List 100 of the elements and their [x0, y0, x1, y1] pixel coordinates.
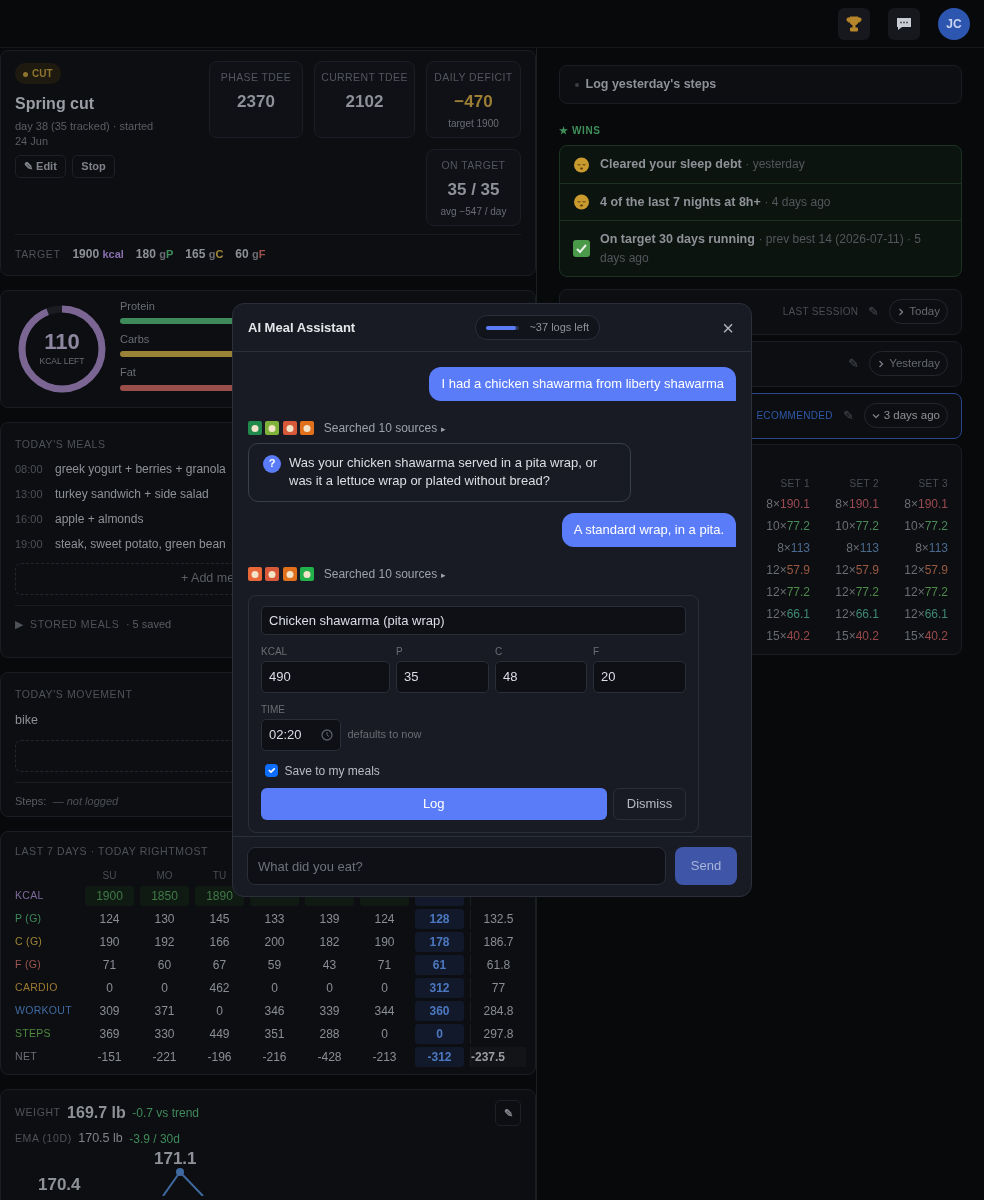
- stat-label: CURRENT TDEE: [320, 70, 409, 85]
- field-label: TIME: [261, 702, 286, 717]
- average-cell: 132.5: [470, 908, 526, 929]
- stop-button[interactable]: Stop: [72, 155, 115, 178]
- target-label: TARGET: [15, 247, 61, 262]
- user-avatar[interactable]: JC: [938, 7, 970, 40]
- stat-label: ON TARGET: [440, 158, 507, 173]
- set-value: 12×66.1: [765, 605, 810, 623]
- bullet-icon: [575, 82, 579, 87]
- stat-note: avg −547 / day: [439, 205, 508, 220]
- kcal-left-label: KCAL LEFT: [39, 354, 85, 368]
- table-cell-text: 449: [208, 1025, 231, 1043]
- today-cell: 0: [415, 1023, 464, 1044]
- macro-field[interactable]: 20: [593, 660, 686, 693]
- set-value: 8×190.1: [903, 495, 948, 513]
- set-value: 8×113: [776, 539, 810, 557]
- table-cell-text: -213: [371, 1048, 398, 1066]
- weight-label: WEIGHT: [15, 1105, 61, 1121]
- question-mark-icon: ?: [263, 454, 281, 473]
- set-value: 12×66.1: [903, 605, 948, 623]
- meal-name: steak, sweet potato, green bean: [55, 535, 226, 553]
- set-value: 10×77.2: [834, 517, 879, 535]
- row-label: WORKOUT: [15, 1002, 73, 1018]
- table-cell-text: -196: [206, 1048, 233, 1066]
- field-label: KCAL: [261, 644, 289, 659]
- row-label: P (G): [15, 910, 43, 926]
- time-field[interactable]: 02:20: [261, 718, 341, 751]
- trophy-button[interactable]: [838, 7, 870, 40]
- edit-weight-button[interactable]: ✎: [495, 1100, 521, 1126]
- table-cell-text: -221: [151, 1048, 178, 1066]
- average-cell: 186.7: [470, 931, 526, 952]
- stat-value: 2370: [236, 90, 276, 113]
- table-cell-text: 59: [266, 956, 283, 974]
- macro-field[interactable]: 490: [261, 660, 390, 693]
- table-cell-text: 0: [105, 979, 114, 997]
- save-label: Save to my meals: [284, 762, 380, 780]
- macro-label: Fat: [120, 366, 136, 380]
- save-checkbox[interactable]: [265, 764, 278, 778]
- sources-toggle[interactable]: Searched 10 sources ▸: [323, 564, 446, 583]
- log-button[interactable]: Log: [261, 787, 607, 820]
- set-value: 15×40.2: [765, 627, 810, 645]
- user-message: I had a chicken shawarma from liberty shawarma: [429, 367, 736, 401]
- dialog-title: AI Meal Assistant: [248, 318, 356, 337]
- set-header: SET 2: [848, 476, 879, 491]
- chevron-icon: [877, 359, 886, 368]
- stat-label: PHASE TDEE: [219, 70, 293, 85]
- table-cell-text: 369: [98, 1025, 121, 1043]
- macro-label: Protein: [120, 300, 155, 314]
- today-cell: -312: [415, 1046, 464, 1067]
- table-cell: 1850: [140, 885, 189, 906]
- dismiss-button[interactable]: Dismiss: [613, 787, 686, 820]
- session-label: LAST SESSION: [782, 305, 859, 320]
- set-value: 8×190.1: [834, 495, 879, 513]
- set-value: 10×77.2: [765, 517, 810, 535]
- stat-value: 2102: [344, 90, 385, 113]
- chat-button[interactable]: [888, 7, 920, 40]
- table-cell: 1900: [85, 885, 134, 906]
- meal-name-field[interactable]: Chicken shawarma (pita wrap): [261, 605, 686, 635]
- set-value: 8×113: [845, 539, 879, 557]
- session-label: ECOMMENDED: [756, 409, 833, 424]
- weight-line-drawing: [162, 1168, 204, 1196]
- table-cell-text: 190: [373, 933, 396, 951]
- macro-label: Carbs: [120, 333, 150, 347]
- macro-field[interactable]: 48: [495, 660, 587, 693]
- steps-label: Steps:: [15, 793, 47, 809]
- meal-name: greek yogurt + berries + granola: [55, 460, 226, 478]
- phase-title: Spring cut: [15, 94, 96, 114]
- field-label: F: [593, 644, 601, 659]
- message-input[interactable]: What did you eat?: [247, 847, 666, 885]
- ema-label: EMA (10D): [15, 1130, 72, 1146]
- meal-name: apple + almonds: [55, 510, 144, 528]
- table-cell-text: 71: [376, 956, 393, 974]
- target-value: 60 gF: [235, 246, 266, 263]
- table-cell-text: 200: [263, 933, 286, 951]
- activity-name: bike: [15, 711, 38, 729]
- sources-toggle[interactable]: Searched 10 sources ▸: [323, 418, 446, 437]
- macro-field[interactable]: 35: [396, 660, 489, 693]
- sleeping-face-icon: [573, 155, 590, 173]
- table-cell-text: 288: [318, 1025, 341, 1043]
- table-cell-text: 139: [318, 910, 341, 928]
- weight-value: 169.7 lb: [67, 1103, 126, 1123]
- wins-heading: ★ WINS: [559, 124, 602, 138]
- table-cell-text: 182: [318, 933, 341, 951]
- table-cell-text: 124: [98, 910, 121, 928]
- table-cell-text: 351: [263, 1025, 286, 1043]
- target-value: 165 gC: [185, 246, 224, 263]
- task-card[interactable]: Log yesterday's steps: [559, 65, 962, 104]
- table-cell-text: 133: [263, 910, 286, 928]
- today-cell: 312: [415, 977, 464, 998]
- table-cell-text: 145: [208, 910, 231, 928]
- ema-delta: -3.9 / 30d: [129, 1130, 180, 1148]
- table-cell-text: -428: [316, 1048, 343, 1066]
- table-cell-text: 60: [156, 956, 173, 974]
- average-cell: 297.8: [470, 1023, 526, 1044]
- field-label: P: [396, 644, 404, 659]
- day-header: MO: [155, 868, 174, 883]
- close-button[interactable]: ×: [720, 317, 736, 338]
- section-title: TODAY'S MOVEMENT: [15, 687, 133, 702]
- kcal-left-value: 110: [44, 330, 80, 353]
- edit-button[interactable]: ✎ Edit: [15, 155, 66, 178]
